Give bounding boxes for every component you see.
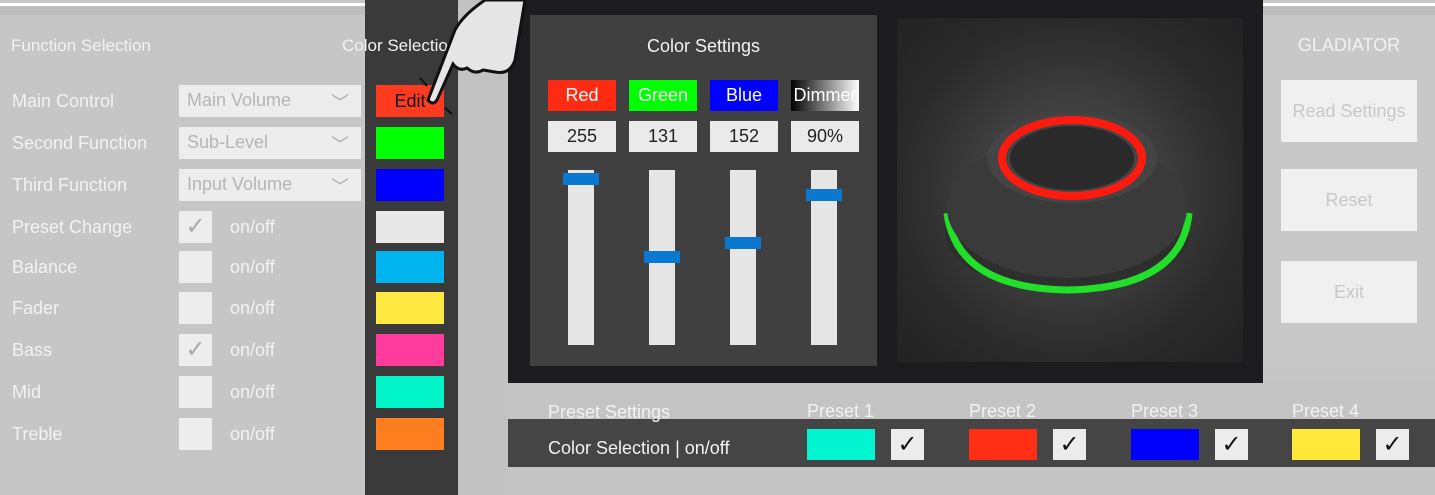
- channel-slider[interactable]: [644, 170, 680, 345]
- on-off-label: on/off: [230, 217, 275, 237]
- slider-thumb[interactable]: [644, 251, 680, 263]
- preset-row-label: Color Selection | on/off: [548, 438, 730, 458]
- preset-checkbox[interactable]: ✓: [1053, 429, 1086, 460]
- chevron-down-icon: ﹀: [331, 135, 349, 155]
- color-swatch[interactable]: [376, 127, 444, 159]
- function-checkbox[interactable]: ✓: [179, 211, 212, 243]
- dropdown-value: Input Volume: [187, 174, 293, 194]
- preset-checkbox[interactable]: ✓: [1215, 429, 1248, 460]
- channel-label-dimmer: Dimmer: [791, 80, 859, 111]
- function-label: Balance: [12, 257, 78, 277]
- knob-illustration: [943, 113, 1193, 294]
- function-dropdown[interactable]: Sub-Level ﹀: [179, 127, 361, 159]
- on-off-label: on/off: [230, 340, 275, 360]
- pointing-hand-icon: [415, 0, 535, 120]
- read-settings-button[interactable]: Read Settings: [1281, 80, 1417, 142]
- color-swatch[interactable]: [376, 334, 444, 366]
- slider-thumb[interactable]: [725, 237, 761, 249]
- color-swatch[interactable]: [376, 251, 444, 283]
- color-swatch[interactable]: [376, 418, 444, 450]
- preset-label: Preset 1: [807, 401, 875, 421]
- slider-thumb[interactable]: [563, 173, 599, 185]
- color-swatch[interactable]: [376, 376, 444, 408]
- channel-value-input[interactable]: 90%: [791, 121, 859, 152]
- channel-label-red: Red: [548, 80, 616, 111]
- function-label: Bass: [12, 340, 53, 360]
- preset-label: Preset 2: [969, 401, 1037, 421]
- channel-slider[interactable]: [563, 170, 599, 345]
- dropdown-value: Main Volume: [187, 90, 292, 110]
- on-off-label: on/off: [230, 257, 275, 277]
- function-label: Third Function: [12, 175, 128, 195]
- preset-checkbox[interactable]: ✓: [1376, 429, 1409, 460]
- channel-value-input[interactable]: 131: [629, 121, 697, 152]
- reset-button[interactable]: Reset: [1281, 169, 1417, 231]
- function-label: Preset Change: [12, 217, 133, 237]
- channel-slider[interactable]: [806, 170, 842, 345]
- preset-color-swatch[interactable]: [807, 429, 875, 460]
- preset-label: Preset 3: [1131, 401, 1199, 421]
- color-settings-title: Color Settings: [646, 36, 761, 56]
- channel-value-input[interactable]: 152: [710, 121, 778, 152]
- device-name: GLADIATOR: [1297, 35, 1401, 55]
- function-label: Main Control: [12, 91, 115, 111]
- device-image: [897, 18, 1243, 362]
- preset-color-swatch[interactable]: [1131, 429, 1199, 460]
- preset-color-swatch[interactable]: [969, 429, 1037, 460]
- function-checkbox[interactable]: [179, 251, 212, 283]
- preset-label: Preset 4: [1292, 401, 1360, 421]
- on-off-label: on/off: [230, 382, 275, 402]
- on-off-label: on/off: [230, 298, 275, 318]
- color-swatch[interactable]: [376, 292, 444, 324]
- function-checkbox[interactable]: [179, 376, 212, 408]
- function-dropdown[interactable]: Input Volume ﹀: [179, 169, 361, 201]
- function-label: Fader: [12, 298, 60, 318]
- preset-settings-title: Preset Settings: [548, 402, 671, 422]
- preset-color-swatch[interactable]: [1292, 429, 1360, 460]
- dropdown-value: Sub-Level: [187, 132, 269, 152]
- channel-value-input[interactable]: 255: [548, 121, 616, 152]
- channel-slider[interactable]: [725, 170, 761, 345]
- slider-thumb[interactable]: [806, 189, 842, 201]
- channel-label-blue: Blue: [710, 80, 778, 111]
- function-selection-title: Function Selection: [11, 36, 151, 55]
- chevron-down-icon: ﹀: [331, 177, 349, 197]
- channel-label-green: Green: [629, 80, 697, 111]
- function-label: Mid: [12, 382, 42, 402]
- color-swatch[interactable]: [376, 169, 444, 201]
- on-off-label: on/off: [230, 424, 275, 444]
- preset-checkbox[interactable]: ✓: [891, 429, 924, 460]
- exit-button[interactable]: Exit: [1281, 261, 1417, 323]
- chevron-down-icon: ﹀: [331, 93, 349, 113]
- function-checkbox[interactable]: ✓: [179, 334, 212, 366]
- function-dropdown[interactable]: Main Volume ﹀: [179, 85, 361, 117]
- color-swatch[interactable]: [376, 211, 444, 243]
- function-label: Treble: [12, 424, 63, 444]
- function-checkbox[interactable]: [179, 418, 212, 450]
- function-checkbox[interactable]: [179, 292, 212, 324]
- function-label: Second Function: [12, 133, 148, 153]
